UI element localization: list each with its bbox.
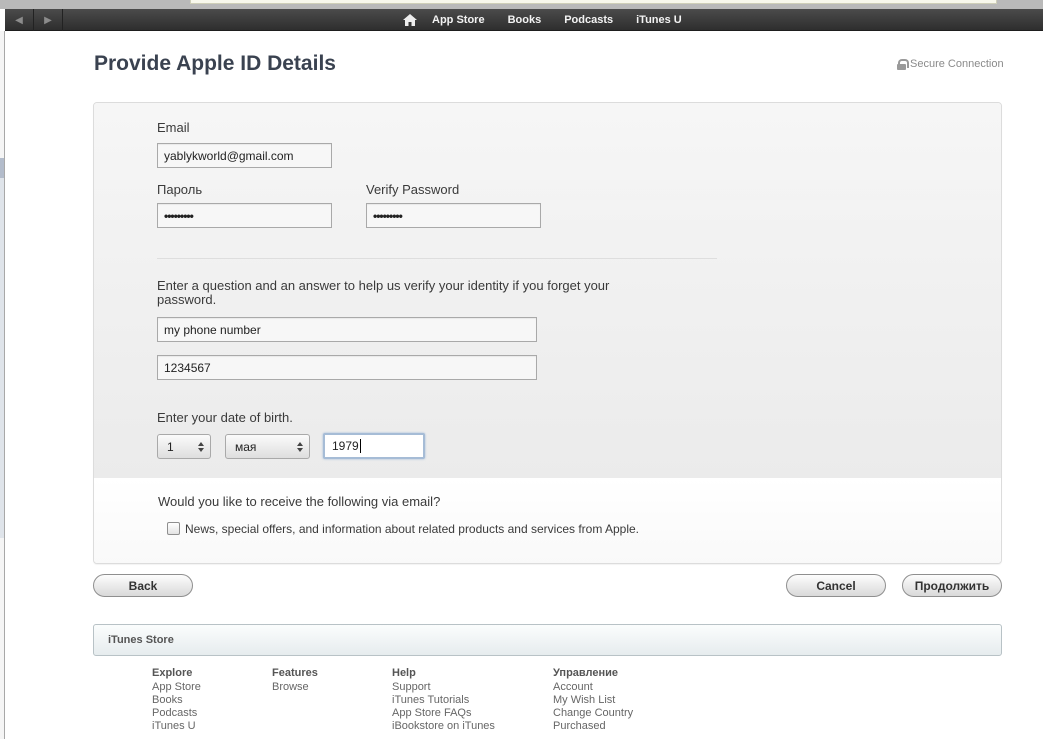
footer-link[interactable]: Change Country bbox=[553, 707, 633, 720]
nav-podcasts[interactable]: Podcasts bbox=[564, 14, 613, 26]
footer-link[interactable]: Browse bbox=[272, 681, 318, 694]
footer-link[interactable]: iTunes U bbox=[152, 720, 201, 733]
footer-link[interactable]: iTunes Tutorials bbox=[392, 694, 495, 707]
sidebar-selected-item[interactable] bbox=[0, 158, 4, 178]
email-optin-prompt: Would you like to receive the following … bbox=[158, 494, 441, 509]
address-bar-edge bbox=[190, 0, 997, 4]
lock-icon bbox=[897, 58, 909, 70]
footer-link[interactable]: My Wish List bbox=[553, 694, 633, 707]
email-field[interactable]: yablykworld@gmail.com bbox=[157, 143, 332, 168]
footer-link[interactable]: App Store bbox=[152, 681, 201, 694]
password-field[interactable]: ••••••••• bbox=[157, 203, 332, 228]
footer-link[interactable]: Books bbox=[152, 694, 201, 707]
dob-month-value: мая bbox=[235, 439, 257, 454]
history-nav: ◀ ▶ bbox=[5, 9, 63, 31]
dob-year-value: 1979 bbox=[332, 439, 359, 453]
dob-day-value: 1 bbox=[167, 439, 174, 454]
section-divider bbox=[157, 258, 717, 259]
select-arrows-icon bbox=[297, 440, 304, 453]
nav-books[interactable]: Books bbox=[508, 14, 542, 26]
nav-app-store[interactable]: App Store bbox=[432, 14, 485, 26]
sidebar-section bbox=[0, 178, 4, 538]
footer-column-manage: Управление Account My Wish List Change C… bbox=[553, 667, 633, 733]
password-label: Пароль bbox=[157, 182, 203, 197]
dob-prompt: Enter your date of birth. bbox=[157, 410, 293, 425]
footer-link[interactable]: Account bbox=[553, 681, 633, 694]
store-nav-links: App Store Books Podcasts iTunes U bbox=[403, 9, 705, 31]
verify-password-label: Verify Password bbox=[366, 182, 460, 197]
dob-year-field[interactable]: 1979 bbox=[323, 433, 425, 459]
sidebar-edge bbox=[0, 31, 5, 739]
security-answer-field[interactable]: 1234567 bbox=[157, 355, 537, 380]
footer-column-explore: Explore App Store Books Podcasts iTunes … bbox=[152, 667, 201, 733]
back-button[interactable]: Back bbox=[93, 574, 193, 597]
newsletter-label[interactable]: News, special offers, and information ab… bbox=[185, 522, 639, 536]
footer-heading: Features bbox=[272, 667, 318, 679]
itunes-window: ◀ ▶ App Store Books Podcasts iTunes U Pr… bbox=[0, 0, 1043, 739]
cancel-button[interactable]: Cancel bbox=[786, 574, 886, 597]
store-nav-bar: ◀ ▶ App Store Books Podcasts iTunes U bbox=[5, 9, 1043, 31]
verify-password-field[interactable]: ••••••••• bbox=[366, 203, 541, 228]
itunes-store-footer-bar: iTunes Store bbox=[93, 624, 1002, 656]
text-cursor bbox=[359, 439, 361, 453]
footer-heading: Help bbox=[392, 667, 416, 679]
select-arrows-icon bbox=[198, 440, 205, 453]
footer-link[interactable]: Support bbox=[392, 681, 495, 694]
account-details-section: Email yablykworld@gmail.com Пароль •••••… bbox=[94, 103, 1001, 478]
security-question-field[interactable]: my phone number bbox=[157, 317, 537, 342]
nav-itunes-u[interactable]: iTunes U bbox=[636, 14, 682, 26]
footer-link[interactable]: Purchased bbox=[553, 720, 633, 733]
back-arrow-icon[interactable]: ◀ bbox=[5, 9, 34, 31]
page-title: Provide Apple ID Details bbox=[94, 52, 336, 75]
footer-column-help: Help Support iTunes Tutorials App Store … bbox=[392, 667, 495, 733]
home-icon[interactable] bbox=[403, 14, 417, 26]
secure-connection: Secure Connection bbox=[897, 58, 1004, 70]
newsletter-checkbox[interactable] bbox=[167, 522, 180, 535]
footer-link[interactable]: iBookstore on iTunes bbox=[392, 720, 495, 733]
browser-top-strip bbox=[0, 0, 1043, 9]
footer-link[interactable]: Podcasts bbox=[152, 707, 201, 720]
secure-connection-label: Secure Connection bbox=[910, 58, 1004, 70]
footer-heading: Explore bbox=[152, 667, 193, 679]
forward-arrow-icon[interactable]: ▶ bbox=[34, 9, 63, 31]
apple-id-form-panel: Email yablykworld@gmail.com Пароль •••••… bbox=[93, 102, 1002, 564]
footer-link[interactable]: App Store FAQs bbox=[392, 707, 495, 720]
dob-month-select[interactable]: мая bbox=[225, 434, 310, 459]
dob-day-select[interactable]: 1 bbox=[157, 434, 211, 459]
email-label: Email bbox=[157, 120, 190, 135]
continue-button[interactable]: Продолжить bbox=[902, 574, 1002, 597]
footer-bar-title: iTunes Store bbox=[108, 634, 174, 646]
footer-heading: Управление bbox=[553, 667, 619, 679]
email-preferences-section: Would you like to receive the following … bbox=[94, 478, 1001, 563]
security-question-prompt: Enter a question and an answer to help u… bbox=[157, 278, 610, 307]
footer-column-features: Features Browse bbox=[272, 667, 318, 694]
